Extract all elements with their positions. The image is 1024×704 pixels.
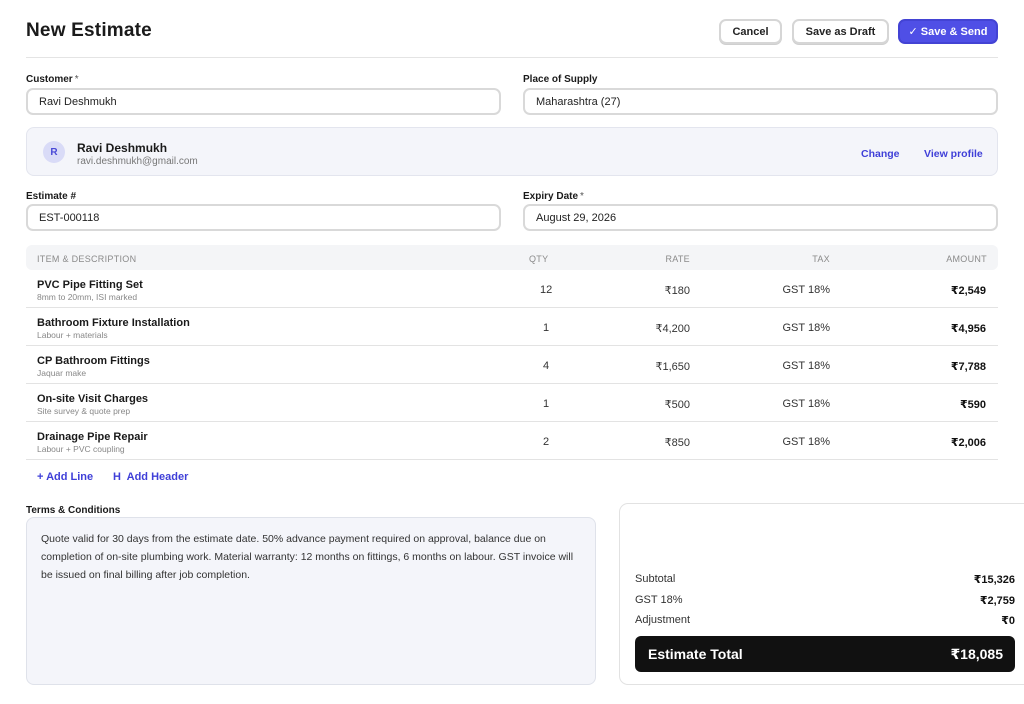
save-draft-button[interactable]: Save as Draft: [792, 19, 889, 44]
terms-textarea[interactable]: Quote valid for 30 days from the estimat…: [26, 517, 596, 685]
terms-label: Terms & Conditions: [26, 505, 121, 516]
table-row[interactable]: CP Bathroom Fittings Jaquar make 4 ₹1,65…: [26, 346, 998, 384]
item-name: Drainage Pipe Repair: [37, 431, 148, 443]
item-qty[interactable]: 4: [543, 360, 549, 372]
place-of-supply-field[interactable]: Maharashtra (27): [523, 88, 998, 115]
item-amount: ₹2,006: [950, 437, 986, 449]
page-title: New Estimate: [26, 20, 152, 41]
item-description: Labour + materials: [37, 330, 108, 340]
item-name: On-site Visit Charges: [37, 393, 149, 405]
item-qty[interactable]: 12: [540, 284, 552, 296]
item-qty[interactable]: 1: [543, 322, 549, 334]
cancel-button[interactable]: Cancel: [719, 19, 782, 44]
place-of-supply-label: Place of Supply: [523, 74, 598, 85]
adjustment-row[interactable]: Adjustment ₹0: [635, 614, 1015, 627]
item-name: Bathroom Fixture Installation: [37, 317, 190, 329]
customer-field[interactable]: Ravi Deshmukh: [26, 88, 501, 115]
subtotal-row: Subtotal ₹15,326: [635, 573, 1015, 586]
subtotal-label: Subtotal: [635, 573, 676, 585]
customer-label: Customer *: [26, 74, 79, 85]
item-amount: ₹7,788: [950, 361, 986, 373]
view-profile-link[interactable]: View profile: [924, 148, 983, 160]
gst-label: GST 18%: [635, 594, 683, 606]
item-amount: ₹590: [959, 399, 986, 411]
total-value: ₹18,085: [950, 646, 1003, 662]
item-amount: ₹4,956: [950, 323, 986, 335]
header-divider: [26, 57, 998, 58]
item-amount: ₹2,549: [950, 285, 986, 297]
item-qty[interactable]: 1: [543, 398, 549, 410]
item-description: Labour + PVC coupling: [37, 444, 125, 454]
customer-email: ravi.deshmukh@gmail.com: [77, 156, 198, 167]
item-tax[interactable]: GST 18%: [783, 322, 831, 334]
avatar: R: [43, 141, 65, 163]
col-rate: RATE: [665, 254, 690, 264]
col-qty: QTY: [529, 254, 549, 264]
item-name: CP Bathroom Fittings: [37, 355, 150, 367]
item-tax[interactable]: GST 18%: [783, 284, 831, 296]
change-customer-link[interactable]: Change: [861, 148, 900, 160]
col-item: ITEM & DESCRIPTION: [37, 254, 137, 264]
gst-value: ₹2,759: [979, 595, 1015, 607]
add-header-button[interactable]: H Add Header: [113, 471, 188, 483]
item-tax[interactable]: GST 18%: [783, 398, 831, 410]
expiry-date-field[interactable]: August 29, 2026: [523, 204, 998, 231]
estimate-total-bar: Estimate Total ₹18,085: [635, 636, 1015, 672]
table-row[interactable]: PVC Pipe Fitting Set 8mm to 20mm, ISI ma…: [26, 270, 998, 308]
item-qty[interactable]: 2: [543, 436, 549, 448]
adjustment-label: Adjustment: [635, 614, 691, 626]
table-row[interactable]: Bathroom Fixture Installation Labour + m…: [26, 308, 998, 346]
adjustment-value[interactable]: ₹0: [1001, 614, 1015, 627]
table-row[interactable]: On-site Visit Charges Site survey & quot…: [26, 384, 998, 422]
item-rate[interactable]: ₹500: [665, 398, 690, 411]
save-send-button[interactable]: ✓ Save & Send: [898, 19, 998, 44]
item-rate[interactable]: ₹4,200: [655, 322, 690, 335]
item-rate[interactable]: ₹850: [665, 436, 690, 449]
item-tax[interactable]: GST 18%: [783, 360, 831, 372]
item-name: PVC Pipe Fitting Set: [37, 279, 143, 291]
estimate-number-field[interactable]: EST-000118: [26, 204, 501, 231]
table-row[interactable]: Drainage Pipe Repair Labour + PVC coupli…: [26, 422, 998, 460]
item-rate[interactable]: ₹1,650: [655, 360, 690, 373]
estimate-number-label: Estimate #: [26, 191, 77, 202]
item-rate[interactable]: ₹180: [665, 284, 690, 297]
add-line-button[interactable]: + Add Line: [37, 471, 93, 483]
subtotal-value: ₹15,326: [973, 574, 1015, 586]
customer-card: R Ravi Deshmukh ravi.deshmukh@gmail.com: [26, 127, 998, 176]
col-tax: TAX: [812, 254, 830, 264]
expiry-date-label: Expiry Date *: [523, 191, 584, 202]
customer-name: Ravi Deshmukh: [77, 141, 168, 155]
total-label: Estimate Total: [648, 646, 743, 662]
gst-row: GST 18% ₹2,759: [635, 594, 1015, 607]
item-description: Site survey & quote prep: [37, 406, 131, 416]
item-description: Jaquar make: [37, 368, 87, 378]
table-header: ITEM & DESCRIPTION QTY RATE TAX AMOUNT: [26, 245, 998, 270]
col-amount: AMOUNT: [946, 254, 987, 264]
item-tax[interactable]: GST 18%: [783, 436, 831, 448]
item-description: 8mm to 20mm, ISI marked: [37, 292, 138, 302]
